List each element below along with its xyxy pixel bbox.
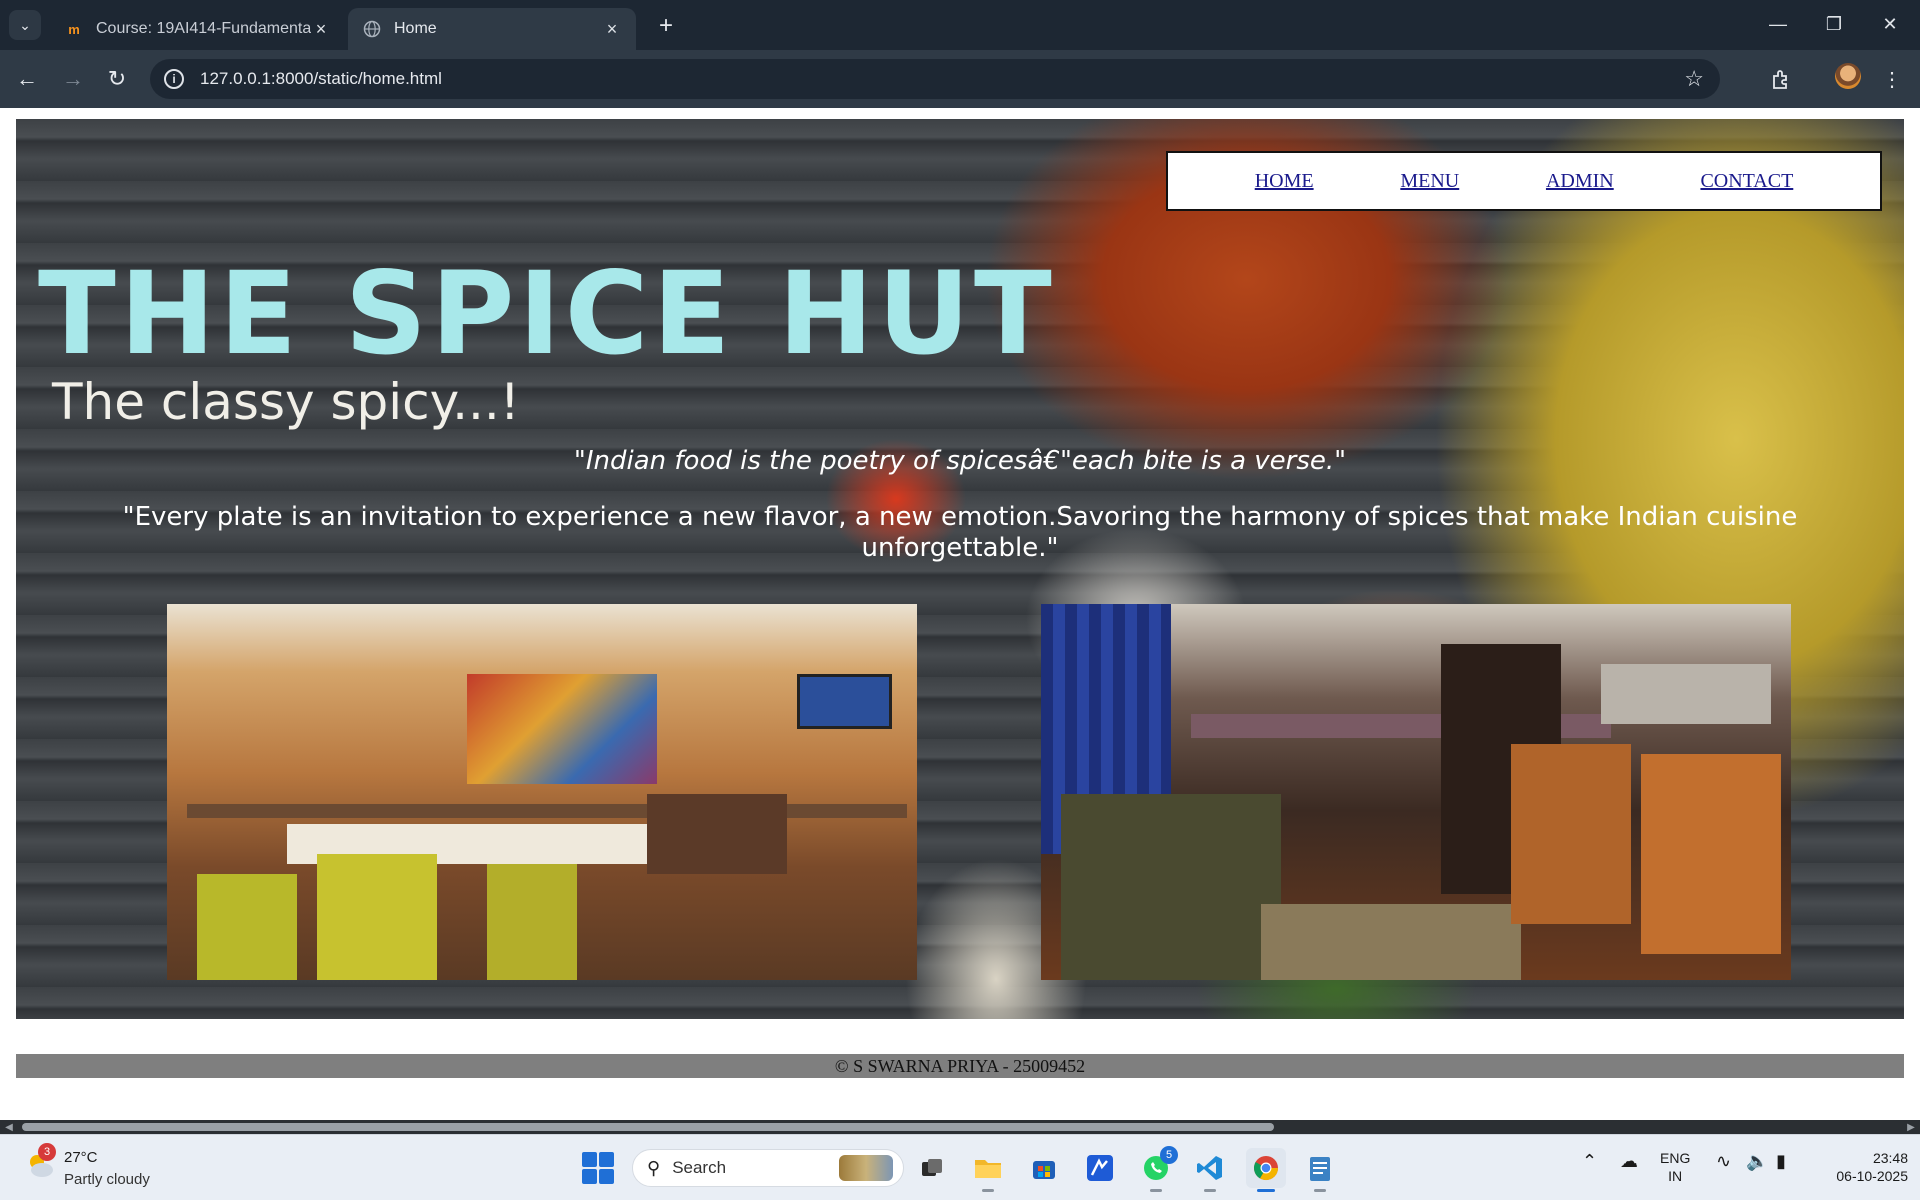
windows-taskbar: 3 27°C Partly cloudy ⚲ Search 5 ⌃ ☁ ENG … bbox=[0, 1134, 1920, 1200]
clock[interactable]: 23:48 06-10-2025 bbox=[1808, 1149, 1908, 1185]
tagline: The classy spicy...! bbox=[52, 373, 520, 431]
weather-temp: 27°C bbox=[64, 1149, 98, 1166]
whatsapp-icon[interactable]: 5 bbox=[1136, 1146, 1178, 1192]
back-button[interactable]: ← bbox=[11, 63, 43, 95]
reload-button[interactable]: ↻ bbox=[101, 63, 133, 95]
close-window-button[interactable]: ✕ bbox=[1870, 8, 1910, 40]
close-icon[interactable]: × bbox=[311, 19, 331, 40]
notepad-icon[interactable] bbox=[1300, 1148, 1340, 1192]
bookmark-star-icon[interactable]: ☆ bbox=[1684, 66, 1704, 92]
tab-title: Home bbox=[394, 20, 437, 37]
minimize-button[interactable]: — bbox=[1758, 8, 1798, 40]
notification-badge: 5 bbox=[1160, 1146, 1178, 1164]
volume-icon[interactable]: 🔈 bbox=[1746, 1151, 1768, 1172]
notification-badge: 3 bbox=[38, 1143, 56, 1161]
scroll-right-arrow-icon[interactable]: ▶ bbox=[1904, 1120, 1918, 1134]
nav-home-link[interactable]: HOME bbox=[1255, 170, 1314, 193]
quote-main: "Every plate is an invitation to experie… bbox=[122, 502, 1798, 563]
quote-italic: "Indian food is the poetry of spicesâ€"e… bbox=[573, 446, 1347, 476]
search-icon: ⚲ bbox=[647, 1157, 661, 1178]
lang-line2: IN bbox=[1668, 1168, 1683, 1184]
profile-avatar[interactable] bbox=[1835, 63, 1861, 89]
azure-app-icon[interactable] bbox=[1080, 1148, 1120, 1188]
start-button[interactable] bbox=[582, 1152, 614, 1184]
page-footer: © S SWARNA PRIYA - 25009452 bbox=[16, 1054, 1904, 1078]
moodle-icon: m bbox=[68, 21, 80, 37]
scrollbar-thumb[interactable] bbox=[22, 1123, 1274, 1131]
wifi-icon[interactable]: ∿ bbox=[1716, 1151, 1731, 1172]
browser-toolbar: ← → ↻ i 127.0.0.1:8000/static/home.html … bbox=[0, 50, 1920, 108]
tab-home[interactable]: Home × bbox=[348, 8, 636, 50]
task-view-icon[interactable] bbox=[912, 1148, 952, 1188]
chevron-down-icon: ⌄ bbox=[19, 16, 31, 33]
search-label: Search bbox=[672, 1158, 727, 1177]
browser-tab-strip: ⌄ m Course: 19AI414-Fundamentals × Home … bbox=[0, 0, 1920, 50]
weather-widget[interactable]: 3 bbox=[24, 1143, 56, 1181]
nav-admin-link[interactable]: ADMIN bbox=[1546, 170, 1614, 193]
brand-title: THE SPICE HUT bbox=[38, 247, 1056, 380]
windows-logo-icon bbox=[582, 1152, 597, 1167]
tab-title: Course: 19AI414-Fundamentals bbox=[96, 20, 311, 37]
scroll-left-arrow-icon[interactable]: ◀ bbox=[2, 1120, 16, 1134]
chevron-up-icon[interactable]: ⌃ bbox=[1582, 1151, 1597, 1172]
running-indicator bbox=[1204, 1189, 1216, 1192]
clock-time: 23:48 bbox=[1872, 1150, 1908, 1166]
address-bar[interactable]: i 127.0.0.1:8000/static/home.html ☆ bbox=[150, 59, 1720, 99]
file-explorer-icon[interactable] bbox=[968, 1148, 1008, 1192]
site-nav: HOME MENU ADMIN CONTACT bbox=[1166, 151, 1882, 211]
cloud-sync-icon[interactable]: ☁ bbox=[1620, 1151, 1638, 1172]
close-icon[interactable]: × bbox=[602, 19, 622, 40]
taskbar-search[interactable]: ⚲ Search bbox=[632, 1149, 904, 1187]
vs-code-icon[interactable] bbox=[1190, 1148, 1230, 1192]
lang-line1: ENG bbox=[1660, 1150, 1691, 1166]
restaurant-interior-photo-1 bbox=[167, 604, 917, 980]
running-indicator bbox=[982, 1189, 994, 1192]
site-info-icon[interactable]: i bbox=[164, 69, 184, 89]
running-indicator bbox=[1150, 1189, 1162, 1192]
restaurant-interior-photo-2 bbox=[1041, 604, 1791, 980]
hero-section: HOME MENU ADMIN CONTACT THE SPICE HUT Th… bbox=[16, 119, 1904, 1019]
microsoft-store-icon[interactable] bbox=[1024, 1148, 1064, 1188]
tab-search-button[interactable]: ⌄ bbox=[9, 10, 41, 40]
search-highlight-image bbox=[839, 1155, 893, 1181]
running-indicator bbox=[1314, 1189, 1326, 1192]
menu-kebab-icon[interactable]: ⋮ bbox=[1876, 63, 1908, 95]
restore-button[interactable]: ❐ bbox=[1814, 8, 1854, 40]
globe-icon bbox=[362, 19, 382, 39]
chrome-icon[interactable] bbox=[1246, 1148, 1286, 1192]
horizontal-scrollbar[interactable]: ◀ ▶ bbox=[0, 1120, 1920, 1134]
running-indicator bbox=[1257, 1189, 1275, 1192]
url-text[interactable]: 127.0.0.1:8000/static/home.html bbox=[200, 69, 1684, 89]
tab-course[interactable]: m Course: 19AI414-Fundamentals × bbox=[50, 8, 345, 50]
forward-button[interactable]: → bbox=[57, 63, 89, 95]
weather-desc: Partly cloudy bbox=[64, 1171, 150, 1188]
new-tab-button[interactable]: + bbox=[652, 12, 680, 40]
web-page: HOME MENU ADMIN CONTACT THE SPICE HUT Th… bbox=[0, 108, 1920, 1120]
nav-menu-link[interactable]: MENU bbox=[1400, 170, 1459, 193]
clock-date: 06-10-2025 bbox=[1836, 1168, 1908, 1184]
battery-icon[interactable]: ▮ bbox=[1776, 1151, 1786, 1172]
language-indicator[interactable]: ENG IN bbox=[1660, 1149, 1690, 1185]
nav-contact-link[interactable]: CONTACT bbox=[1700, 170, 1793, 193]
extensions-icon[interactable] bbox=[1765, 63, 1797, 95]
